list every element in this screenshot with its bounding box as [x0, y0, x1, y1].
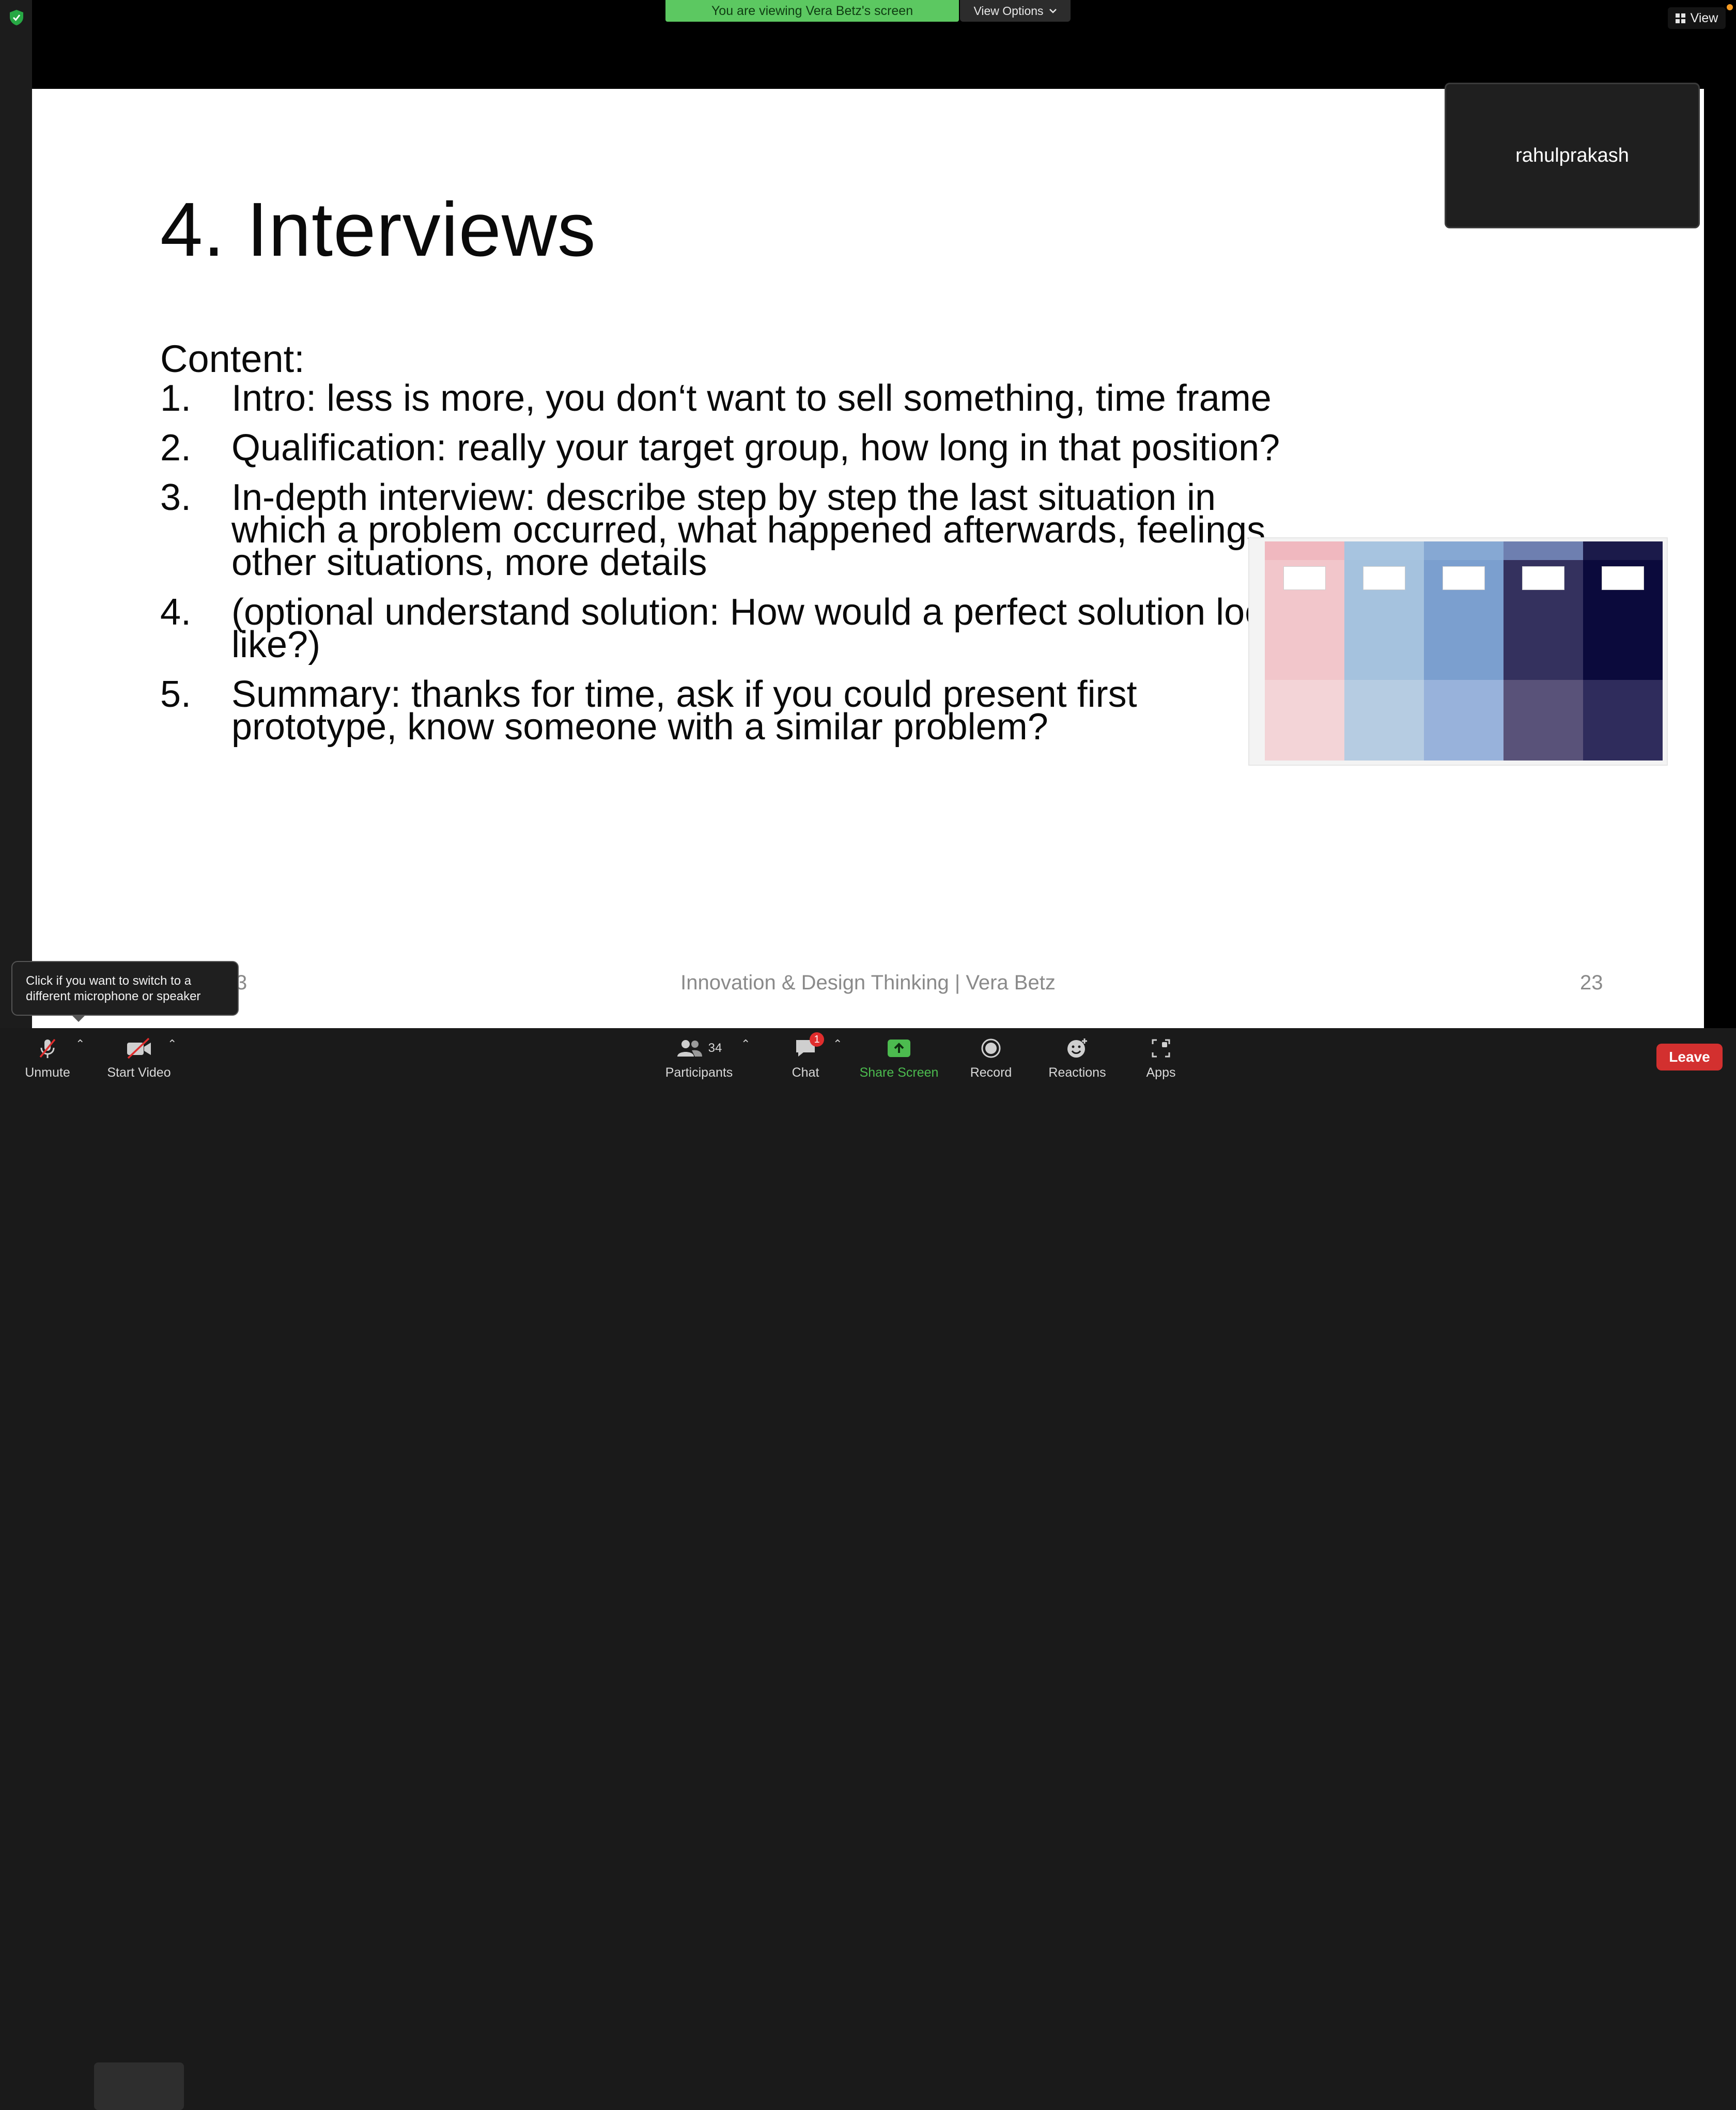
list-item-text: Summary: thanks for time, ask if you cou… [231, 674, 1137, 748]
chat-bubble-icon: 1 [794, 1032, 824, 1059]
participants-button[interactable]: 34 Participants [660, 1028, 738, 1085]
thumbnail-cell-bottom [1583, 680, 1663, 761]
reactions-smiley-icon [1066, 1037, 1089, 1059]
list-item: 1. Intro: less is more, you don‘t want to… [160, 378, 1287, 419]
shared-slide: 4. Interviews Content: 1. Intro: less is … [32, 89, 1704, 1028]
record-button[interactable]: Record [965, 1028, 1017, 1085]
chevron-down-icon [1049, 9, 1057, 13]
reactions-button[interactable]: Reactions [1044, 1028, 1111, 1085]
list-item: 5. Summary: thanks for time, ask if you c… [160, 674, 1287, 746]
participant-video-tile[interactable]: rahulprakash [1445, 83, 1700, 228]
slide-title: 4. Interviews [160, 187, 596, 272]
thumbnail-note [1602, 566, 1644, 590]
interview-template-thumbnail [1248, 537, 1668, 766]
microphone-muted-icon [37, 1037, 58, 1059]
reactions-label: Reactions [1048, 1065, 1106, 1080]
list-item: 2. Qualification: really your target grou… [160, 427, 1287, 469]
notification-dot [1727, 4, 1733, 10]
share-screen-icon [887, 1037, 911, 1059]
participant-name: rahulprakash [1515, 144, 1629, 166]
participants-caret-icon[interactable]: ⌃ [741, 1037, 750, 1051]
thumbnail-column-head [1424, 541, 1504, 560]
thumbnail-column-head [1344, 541, 1424, 560]
list-item-text: Intro: less is more, you don‘t want to s… [231, 378, 1272, 419]
list-item-number: 1. [160, 378, 192, 419]
view-button[interactable]: View [1668, 7, 1726, 29]
meeting-window: You are viewing Vera Betz's screen View … [0, 0, 1736, 2110]
start-video-label: Start Video [107, 1065, 171, 1080]
thumbnail-cell-top [1344, 600, 1424, 680]
video-button-highlight [94, 2062, 184, 2110]
leave-button[interactable]: Leave [1656, 1044, 1723, 1070]
apps-icon [1151, 1037, 1171, 1059]
start-video-button[interactable]: Start Video [101, 1028, 177, 1085]
apps-button[interactable]: Apps [1139, 1028, 1183, 1085]
thumbnail-column [1504, 541, 1583, 761]
list-item-number: 5. [160, 674, 192, 715]
audio-tooltip: Click if you want to switch to a differe… [11, 961, 239, 1016]
list-item-text: Qualification: really your target group,… [231, 427, 1280, 469]
list-item: 3. In-depth interview: describe step by s… [160, 477, 1287, 581]
slide-footer: Innovation & Design Thinking | Vera Betz [680, 971, 1056, 994]
thumbnail-column [1344, 541, 1424, 761]
chat-label: Chat [792, 1065, 819, 1080]
slide-number: 23 [1580, 971, 1603, 994]
tooltip-arrow [71, 1015, 86, 1022]
thumbnail-note [1522, 566, 1564, 590]
thumbnail-column [1265, 541, 1344, 761]
list-item-text: In-depth interview: describe step by ste… [231, 477, 1276, 583]
thumbnail-cell-bottom [1344, 680, 1424, 761]
video-options-caret-icon[interactable]: ⌃ [167, 1037, 177, 1051]
participants-icon: 34 [676, 1037, 722, 1059]
meeting-toolbar: Unmute ⌃ Start Video ⌃ 34 Participants ⌃… [0, 1028, 1736, 2110]
record-icon [981, 1037, 1001, 1059]
list-item-number: 4. [160, 592, 192, 633]
thumbnail-column-head [1265, 541, 1344, 560]
thumbnail-cell-top [1265, 600, 1344, 680]
thumbnail-cell-bottom [1424, 680, 1504, 761]
view-button-label: View [1690, 10, 1718, 25]
record-label: Record [970, 1065, 1012, 1080]
apps-label: Apps [1146, 1065, 1176, 1080]
thumbnail-cell-top [1504, 600, 1583, 680]
list-item-number: 3. [160, 477, 192, 518]
content-heading: Content: [160, 337, 305, 380]
participants-label: Participants [665, 1065, 733, 1080]
thumbnail-note [1283, 566, 1326, 590]
thumbnail-note [1363, 566, 1405, 590]
view-options-button[interactable]: View Options [960, 0, 1071, 22]
thumbnail-column [1424, 541, 1504, 761]
participants-count: 34 [708, 1041, 722, 1055]
thumbnail-note [1443, 566, 1485, 590]
chat-button[interactable]: 1 Chat [783, 1028, 828, 1085]
audio-options-caret-icon[interactable]: ⌃ [75, 1037, 85, 1051]
thumbnail-column [1583, 541, 1663, 761]
list-item: 4. (optional understand solution: How wou… [160, 592, 1287, 663]
thumbnail-cell-bottom [1265, 680, 1344, 761]
video-camera-off-icon [125, 1037, 153, 1059]
thumbnail-cell-top [1583, 600, 1663, 680]
view-options-label: View Options [973, 4, 1044, 18]
list-item-text: (optional understand solution: How would… [231, 592, 1284, 665]
share-screen-label: Share Screen [859, 1065, 939, 1080]
thumbnail-column-head [1583, 541, 1663, 560]
thumbnail-columns [1265, 541, 1663, 761]
grid-view-icon [1675, 13, 1685, 23]
thumbnail-cell-bottom [1504, 680, 1583, 761]
thumbnail-cell-top [1424, 600, 1504, 680]
left-rail [0, 0, 32, 1028]
unmute-label: Unmute [25, 1065, 70, 1080]
list-item-number: 2. [160, 427, 192, 469]
screen-share-banner: You are viewing Vera Betz's screen [665, 0, 959, 22]
content-list: 1. Intro: less is more, you don‘t want to… [160, 378, 1287, 761]
thumbnail-column-head [1504, 541, 1583, 560]
chat-unread-badge: 1 [810, 1032, 824, 1047]
chat-caret-icon[interactable]: ⌃ [833, 1037, 842, 1051]
security-shield-icon[interactable] [9, 9, 24, 26]
unmute-button[interactable]: Unmute [20, 1028, 75, 1085]
share-screen-button[interactable]: Share Screen [857, 1028, 941, 1085]
